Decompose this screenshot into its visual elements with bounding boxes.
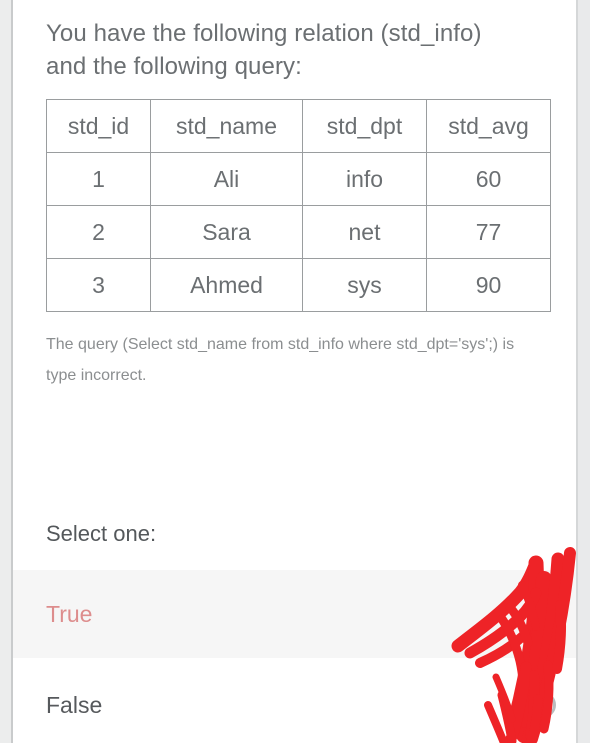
page-right-gutter	[576, 0, 590, 743]
cell-std-id: 1	[46, 152, 151, 206]
answer-option-false-label: False	[46, 692, 103, 718]
radio-button-false-icon[interactable]	[530, 692, 556, 718]
cell-std-name: Ahmed	[150, 258, 303, 312]
cell-std-name: Ali	[150, 152, 303, 206]
column-header-std-name: std_name	[150, 99, 303, 153]
cell-std-id: 2	[46, 205, 151, 259]
page-right-gutter-rule	[576, 0, 578, 743]
table-row: 1 Ali info 60	[46, 152, 551, 206]
cell-std-avg: 60	[426, 152, 551, 206]
radio-button-true-icon[interactable]	[530, 601, 556, 627]
quiz-question-screen: You have the following relation (std_inf…	[0, 0, 590, 743]
query-statement-note: The query (Select std_name from std_info…	[46, 336, 515, 384]
answer-option-true-label: True	[46, 601, 93, 627]
column-header-std-dpt: std_dpt	[302, 99, 427, 153]
question-prompt: You have the following relation (std_inf…	[46, 20, 482, 80]
answer-option-false[interactable]: False	[13, 661, 576, 743]
cell-std-name: Sara	[150, 205, 303, 259]
cell-std-avg: 77	[426, 205, 551, 259]
column-header-std-id: std_id	[46, 99, 151, 153]
table-row: 2 Sara net 77	[46, 205, 551, 259]
table-header-row: std_id std_name std_dpt std_avg	[46, 99, 551, 153]
select-one-label: Select one:	[46, 521, 157, 546]
cell-std-dpt: sys	[302, 258, 427, 312]
cell-std-dpt: net	[302, 205, 427, 259]
cell-std-dpt: info	[302, 152, 427, 206]
cell-std-avg: 90	[426, 258, 551, 312]
answer-option-true[interactable]: True	[13, 570, 576, 658]
column-header-std-avg: std_avg	[426, 99, 551, 153]
cell-std-id: 3	[46, 258, 151, 312]
table-row: 3 Ahmed sys 90	[46, 258, 551, 312]
question-content-column: You have the following relation (std_inf…	[13, 0, 576, 743]
relation-table: std_id std_name std_dpt std_avg 1 Ali in…	[46, 99, 551, 312]
